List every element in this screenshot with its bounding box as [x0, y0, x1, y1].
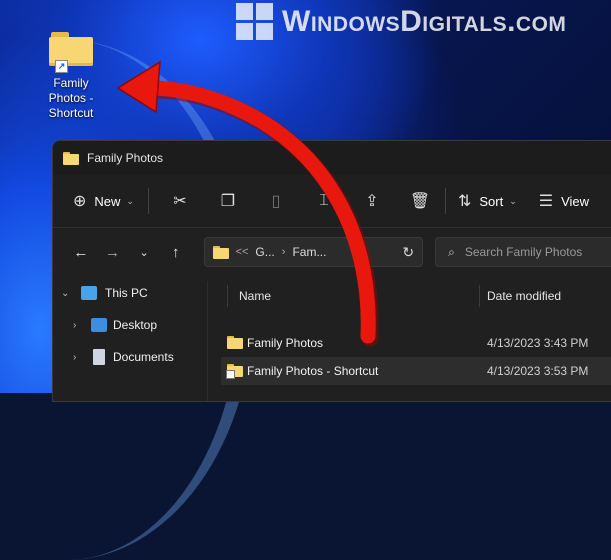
nav-item-desktop[interactable]: › Desktop: [53, 309, 205, 341]
address-bar[interactable]: << G... › Fam... ↻: [203, 237, 424, 267]
column-header-name[interactable]: Name: [239, 289, 271, 303]
chevron-down-icon: ⌄: [509, 195, 517, 206]
nav-item-documents[interactable]: › Documents: [53, 341, 205, 373]
delete-icon: 🗑: [409, 193, 431, 210]
share-icon: ⇪: [365, 193, 379, 210]
breadcrumb-segment[interactable]: G...: [255, 245, 274, 259]
window-title: Family Photos: [87, 151, 164, 165]
address-overflow[interactable]: <<: [236, 246, 249, 258]
folder-icon: [227, 336, 243, 349]
share-button[interactable]: ⇪: [355, 184, 389, 218]
sort-icon: ⇅: [457, 193, 472, 210]
column-divider[interactable]: [479, 285, 480, 307]
folder-shortcut-icon: [226, 364, 243, 379]
navigation-pane: ⌄ This PC › Desktop › Documents: [53, 277, 205, 401]
watermark-text: WindowsDigitals.com: [282, 5, 567, 38]
column-divider: [227, 285, 228, 307]
window-titlebar[interactable]: Family Photos: [53, 141, 611, 175]
column-header-row: Name Date modified: [221, 281, 611, 311]
chevron-right-icon: ›: [281, 246, 286, 258]
command-bar: ⊕ New ⌄ ✂ ❐ ▯ ⌶ ⇪ 🗑 ⇅ Sort ⌄ ☰ View: [53, 175, 611, 228]
recent-locations-chevron-icon[interactable]: ⌄: [128, 246, 160, 259]
new-button[interactable]: ⊕ New ⌄: [67, 184, 140, 218]
nav-item-this-pc[interactable]: ⌄ This PC: [53, 277, 205, 309]
file-explorer-window: Family Photos ⊕ New ⌄ ✂ ❐ ▯ ⌶ ⇪ 🗑 ⇅ Sort…: [52, 140, 611, 402]
rename-icon: ⌶: [319, 192, 329, 209]
forward-arrow-icon[interactable]: →: [97, 244, 129, 261]
paste-button[interactable]: ▯: [259, 184, 293, 218]
refresh-icon[interactable]: ↻: [402, 244, 414, 261]
this-pc-icon: [81, 286, 97, 300]
up-arrow-icon[interactable]: ↑: [160, 244, 192, 261]
pane-divider: [207, 281, 208, 401]
toolbar-divider: [444, 188, 446, 214]
file-list: Name Date modified Family Photos 4/13/20…: [221, 281, 611, 401]
desktop-shortcut[interactable]: ↗ Family Photos - Shortcut: [38, 32, 104, 121]
chevron-right-icon: ›: [73, 351, 77, 363]
delete-button[interactable]: 🗑: [403, 184, 437, 218]
search-input[interactable]: ⌕ Search Family Photos: [435, 237, 611, 267]
watermark: WindowsDigitals.com: [236, 2, 566, 42]
folder-icon: [212, 245, 229, 259]
breadcrumb-segment[interactable]: Fam...: [292, 245, 326, 259]
desktop-shortcut-label: Family Photos - Shortcut: [48, 76, 94, 120]
copy-button[interactable]: ❐: [211, 184, 245, 218]
view-icon: ☰: [538, 193, 554, 210]
search-icon: ⌕: [448, 244, 455, 259]
list-item[interactable]: Family Photos - Shortcut 4/13/2023 3:53 …: [221, 357, 611, 385]
sort-button[interactable]: ⇅ Sort ⌄: [454, 184, 521, 218]
rename-button[interactable]: ⌶: [307, 184, 341, 218]
view-button[interactable]: ☰ View: [539, 184, 589, 218]
folder-shortcut-icon: ↗: [49, 32, 93, 73]
chevron-right-icon: ›: [73, 319, 77, 331]
add-icon: ⊕: [73, 193, 87, 210]
copy-icon: ❐: [220, 193, 236, 210]
search-placeholder: Search Family Photos: [464, 245, 583, 259]
column-header-date-modified[interactable]: Date modified: [487, 289, 561, 303]
folder-icon: [63, 151, 79, 165]
windows-logo-icon: [236, 3, 274, 41]
cut-icon: ✂: [173, 193, 187, 210]
documents-icon: [93, 349, 105, 365]
paste-icon: ▯: [271, 193, 281, 210]
address-row: ← → ⌄ ↑ << G... › Fam... ↻ ⌕ Search Fami…: [53, 228, 611, 276]
chevron-down-icon: ⌄: [126, 195, 134, 206]
list-item[interactable]: Family Photos 4/13/2023 3:43 PM: [221, 329, 611, 357]
shortcut-arrow-icon: ↗: [55, 60, 68, 73]
toolbar-divider: [147, 188, 149, 214]
chevron-down-icon: ⌄: [61, 287, 70, 299]
cut-button[interactable]: ✂: [163, 184, 197, 218]
back-arrow-icon[interactable]: ←: [65, 244, 97, 261]
desktop-icon: [91, 318, 107, 332]
